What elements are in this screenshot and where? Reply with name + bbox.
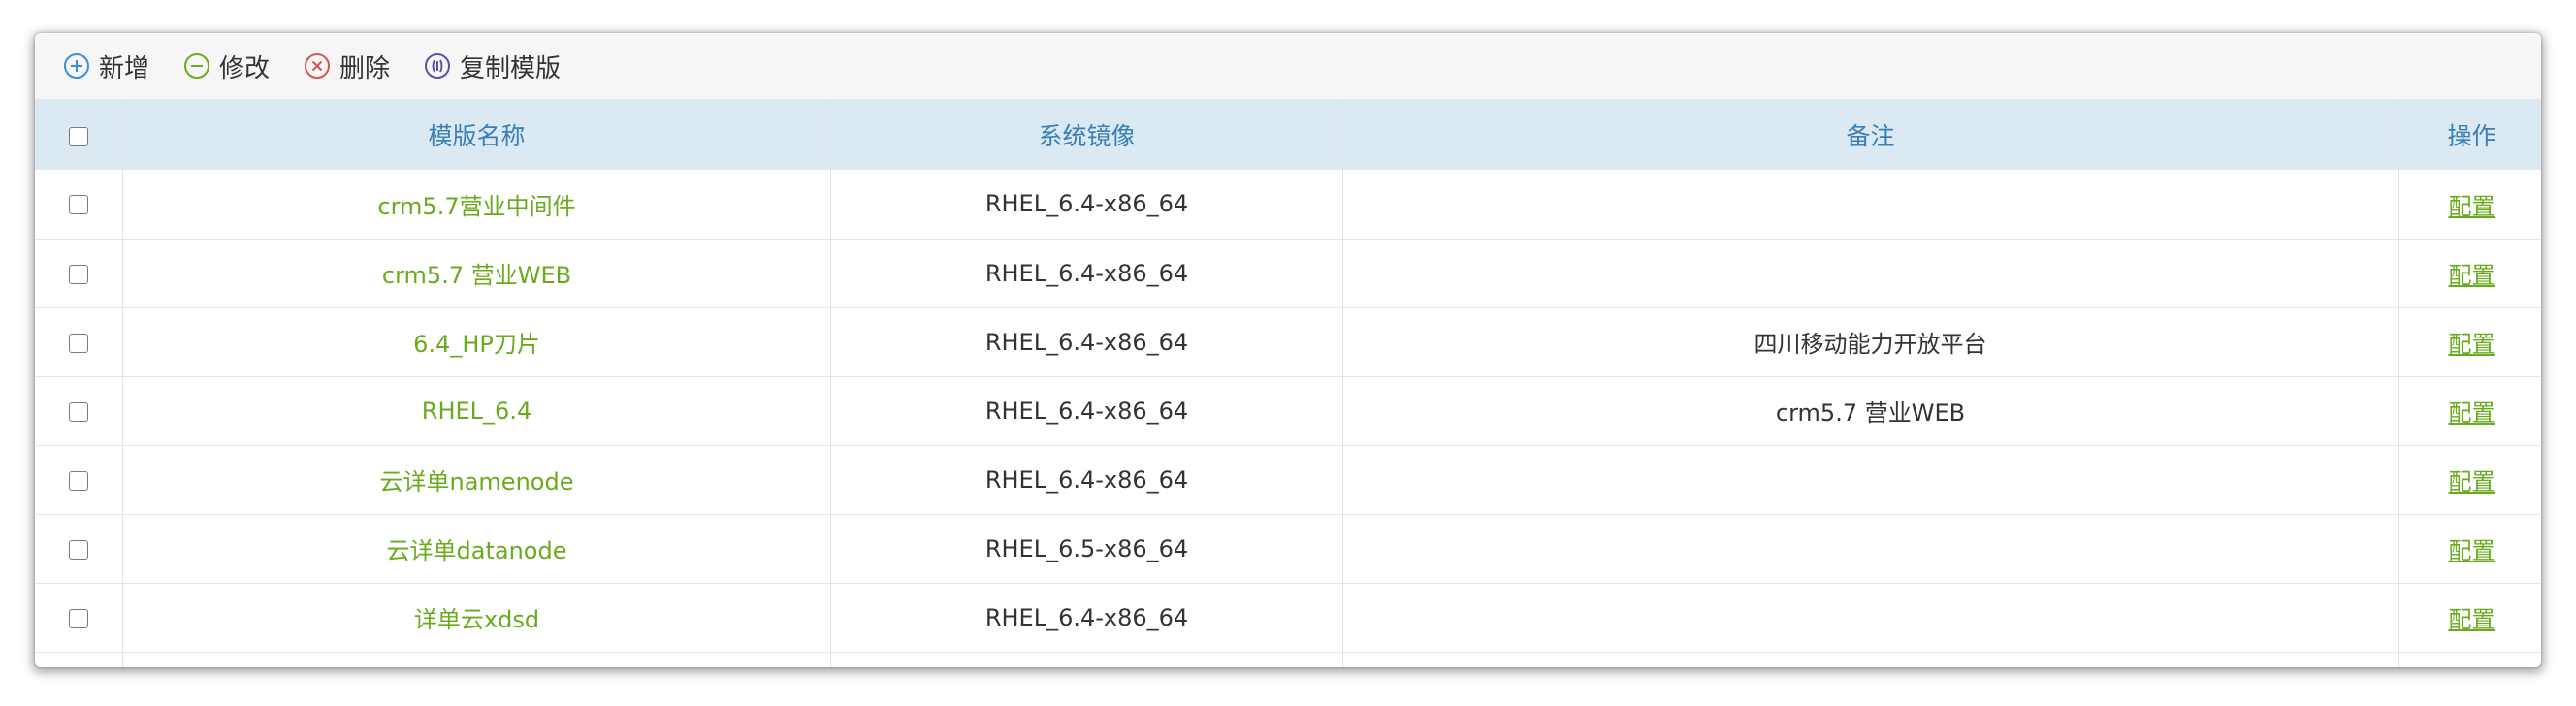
row-checkbox-cell	[35, 583, 123, 652]
remark	[1342, 445, 2399, 514]
configure-link[interactable]: 配置	[2449, 468, 2496, 496]
remark: crm5.7 营业WEB	[1342, 376, 2399, 445]
template-name[interactable]: 云详单namenode	[122, 445, 831, 514]
configure-link[interactable]: 配置	[2449, 606, 2496, 633]
copy-template-label: 复制模版	[460, 53, 562, 83]
row-checkbox-cell	[35, 307, 123, 376]
table-row: RHEL_6.4 RHEL_6.4-x86_64 crm5.7 营业WEB 配置	[35, 376, 2541, 445]
configure-link[interactable]: 配置	[2449, 262, 2496, 289]
toolbar: 新增 修改 删除 复制模版	[35, 33, 2541, 100]
copy-template-button[interactable]: 复制模版	[423, 48, 561, 84]
delete-button[interactable]: 删除	[303, 48, 390, 84]
row-checkbox[interactable]	[69, 401, 88, 422]
template-name[interactable]: RHEL_6.4	[122, 376, 831, 445]
add-button[interactable]: 新增	[62, 48, 149, 84]
remark: 四川移动能力开放平台	[1342, 307, 2399, 376]
template-name[interactable]: 6.4_HP刀片	[122, 307, 831, 376]
table-row: crm5.7 营业WEB RHEL_6.4-x86_64 配置	[35, 239, 2541, 307]
action-cell: 配置	[2399, 583, 2542, 652]
row-checkbox[interactable]	[69, 470, 88, 491]
minus-circle-icon	[184, 53, 210, 79]
configure-link[interactable]: 配置	[2449, 537, 2496, 564]
action-cell: 配置	[2399, 170, 2542, 239]
configure-link[interactable]: 配置	[2449, 400, 2496, 427]
header-system-image[interactable]: 系统镜像	[830, 100, 1343, 170]
template-name[interactable]: crm5.7 营业WEB	[122, 239, 831, 307]
row-checkbox-cell	[35, 376, 123, 445]
system-image: RHEL_6.4-x86_64	[830, 170, 1343, 239]
system-image: RHEL_6.4-x86_64	[830, 445, 1343, 514]
x-circle-icon	[305, 53, 331, 79]
table-row: 6.4_HP刀片 RHEL_6.4-x86_64 四川移动能力开放平台 配置	[35, 307, 2541, 376]
template-name[interactable]: crm5.7营业中间件	[122, 170, 831, 239]
template-name[interactable]	[122, 652, 831, 667]
template-name[interactable]: 云详单datanode	[122, 514, 831, 583]
select-all-checkbox[interactable]	[69, 126, 88, 146]
plus-circle-icon	[64, 53, 89, 79]
action-cell: 配置	[2399, 239, 2542, 307]
row-checkbox-cell	[35, 239, 123, 307]
row-checkbox-cell	[35, 514, 123, 583]
remark	[1342, 514, 2399, 583]
remark	[1342, 652, 2399, 667]
row-checkbox[interactable]	[69, 539, 88, 560]
remark	[1342, 239, 2399, 307]
table-row	[35, 652, 2541, 667]
delete-label: 删除	[339, 53, 391, 83]
row-checkbox[interactable]	[69, 195, 88, 215]
system-image: RHEL_6.4-x86_64	[830, 376, 1343, 445]
template-table: 模版名称 系统镜像 备注 操作 crm5.7营业中间件 RHEL_6.4-x86…	[35, 100, 2541, 667]
copy-circle-icon	[425, 53, 451, 79]
row-checkbox-cell	[35, 652, 123, 667]
action-cell: 配置	[2399, 445, 2542, 514]
remark	[1342, 170, 2399, 239]
action-cell: 配置	[2399, 307, 2542, 376]
system-image	[830, 652, 1343, 667]
table-row: 云详单datanode RHEL_6.5-x86_64 配置	[35, 514, 2541, 583]
system-image: RHEL_6.5-x86_64	[830, 514, 1343, 583]
configure-link[interactable]: 配置	[2449, 193, 2496, 220]
configure-link[interactable]: 配置	[2449, 331, 2496, 358]
system-image: RHEL_6.4-x86_64	[830, 239, 1343, 307]
row-checkbox[interactable]	[69, 608, 88, 628]
table-row: crm5.7营业中间件 RHEL_6.4-x86_64 配置	[35, 170, 2541, 239]
header-action: 操作	[2447, 122, 2496, 150]
row-checkbox[interactable]	[69, 333, 88, 353]
row-checkbox-cell	[35, 170, 123, 239]
header-checkbox-cell	[35, 100, 123, 170]
system-image: RHEL_6.4-x86_64	[830, 583, 1343, 652]
row-checkbox-cell	[35, 445, 123, 514]
table-header-row: 模版名称 系统镜像 备注 操作	[35, 100, 2541, 170]
action-cell: 配置	[2399, 514, 2542, 583]
edit-button[interactable]: 修改	[182, 48, 270, 84]
edit-label: 修改	[219, 53, 271, 83]
header-template-name[interactable]: 模版名称	[122, 100, 831, 170]
table-row: 云详单namenode RHEL_6.4-x86_64 配置	[35, 445, 2541, 514]
table-row: 详单云xdsd RHEL_6.4-x86_64 配置	[35, 583, 2541, 652]
action-cell	[2399, 652, 2542, 667]
add-label: 新增	[99, 53, 150, 83]
action-cell: 配置	[2399, 376, 2542, 445]
remark	[1342, 583, 2399, 652]
template-name[interactable]: 详单云xdsd	[122, 583, 831, 652]
system-image: RHEL_6.4-x86_64	[830, 307, 1343, 376]
template-panel: 新增 修改 删除 复制模版 模版名称 系统镜像 备注 操作 crm5.7营业中间…	[35, 33, 2541, 667]
row-checkbox[interactable]	[69, 264, 88, 284]
header-remark[interactable]: 备注	[1342, 100, 2399, 170]
